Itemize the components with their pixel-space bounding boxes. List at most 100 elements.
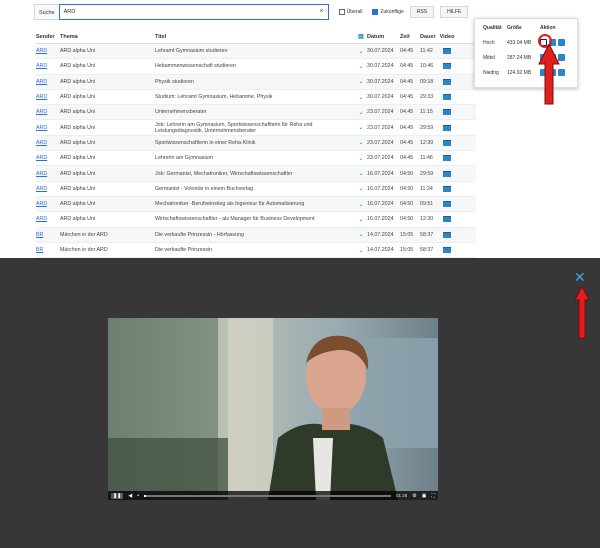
video-cell [440, 139, 454, 146]
video-icon[interactable] [443, 170, 451, 177]
video-icon[interactable] [443, 155, 451, 162]
close-icon[interactable]: ✕ [574, 270, 586, 284]
sender-link[interactable]: ARD [36, 171, 60, 177]
clear-icon[interactable]: × [320, 5, 324, 19]
table-row[interactable]: ARD ARD alpha Uni Job: Lehrerin am Gymnasi… [36, 120, 476, 136]
rss-button[interactable]: RSS [409, 6, 435, 18]
chevron-down-icon[interactable]: ⌄ [355, 170, 367, 177]
sender-link[interactable]: ARD [36, 79, 60, 85]
thema-cell: Märchen in der ARD [60, 247, 108, 253]
chevron-down-icon[interactable]: ⌄ [355, 201, 367, 208]
chevron-down-icon[interactable]: ⌄ [355, 247, 367, 254]
video-icon[interactable] [443, 247, 451, 253]
sender-link[interactable]: ARD [36, 109, 60, 115]
search-value: ARD [63, 9, 76, 15]
search-input[interactable]: ARD × [58, 4, 329, 20]
settings-icon[interactable]: ⚙ [412, 493, 416, 499]
video-icon[interactable] [443, 201, 451, 208]
video-icon[interactable] [443, 109, 451, 116]
quality-size: 287.24 MB [507, 54, 532, 61]
player-controls: ❚❚ ◀ • 01:28 ⚙ ▣ ⛶ [108, 491, 438, 500]
sender-link[interactable]: ARD [36, 140, 60, 146]
table-row[interactable]: ARD ARD alpha Uni Sportwissenschaftlerin i… [36, 135, 476, 152]
thema-cell: ARD alpha Uni [60, 48, 96, 55]
header-thema[interactable]: Thema [60, 34, 155, 40]
table-row[interactable]: ARD ARD alpha Uni Mechatroniker -Berufsein… [36, 196, 476, 213]
sender-link[interactable]: ARD [36, 94, 60, 100]
help-button[interactable]: HILFE [440, 6, 469, 18]
video-icon[interactable] [443, 216, 451, 223]
video-icon[interactable] [443, 185, 451, 192]
header-dauer[interactable]: Dauer [420, 34, 440, 40]
thema-cell: ARD alpha Uni [60, 201, 96, 208]
table-row[interactable]: BR Märchen in der ARD Die verkaufte Prinze… [36, 227, 476, 243]
table-row[interactable]: ARD ARD alpha Uni Studium: Lehramt Gymnasi… [36, 90, 476, 106]
quality-label: Mittel [483, 54, 495, 61]
thema-cell: ARD alpha Uni [60, 109, 96, 116]
table-row[interactable]: BR Märchen in der ARD Die verkaufte Prinze… [36, 243, 476, 259]
dauer-cell: 11:46 [420, 155, 433, 162]
chevron-down-icon[interactable]: ⌄ [355, 94, 367, 101]
sender-link[interactable]: ARD [36, 155, 60, 161]
header-titel[interactable]: Titel [155, 34, 355, 40]
header-zeit[interactable]: Zeit [400, 34, 420, 40]
sender-link[interactable]: ARD [36, 186, 60, 192]
table-row[interactable]: ARD ARD alpha Uni Hebammenwissenschaft stu… [36, 59, 476, 75]
sender-link[interactable]: ARD [36, 125, 60, 131]
ueberall-checkbox[interactable]: Überall [338, 9, 363, 15]
pause-icon[interactable]: ❚❚ [111, 492, 124, 499]
chevron-down-icon[interactable]: ⌄ [355, 139, 367, 146]
volume-icon[interactable]: ◀ [128, 493, 132, 499]
chevron-down-icon[interactable]: ⌄ [355, 109, 367, 116]
video-icon[interactable] [443, 231, 451, 238]
fullscreen-icon[interactable]: ⛶ [431, 493, 435, 499]
quality-label: Hoch [483, 39, 495, 46]
chevron-down-icon[interactable]: ⌄ [355, 185, 367, 192]
video-player[interactable]: ❚❚ ◀ • 01:28 ⚙ ▣ ⛶ [108, 318, 438, 500]
table-row[interactable]: ARD ARD alpha Uni Lehramt Gymnasium studie… [36, 44, 476, 60]
video-icon[interactable] [443, 139, 451, 146]
video-icon[interactable] [443, 94, 451, 101]
video-icon[interactable] [443, 78, 451, 85]
red-arrow-up-icon-2 [574, 286, 590, 339]
thema-cell: ARD alpha Uni [60, 170, 96, 177]
video-cell [440, 185, 454, 192]
sender-link[interactable]: ARD [36, 201, 60, 207]
video-icon[interactable] [443, 63, 451, 70]
zeit-cell: 04:45 [400, 139, 414, 146]
sender-link[interactable]: ARD [36, 216, 60, 222]
sender-link[interactable]: BR [36, 247, 60, 253]
quality-popup: Qualität Größe Aktion Hoch 433.04 MB Mitte… [474, 18, 578, 88]
thema-cell: ARD alpha Uni [60, 155, 96, 162]
chevron-down-icon[interactable]: ⌄ [355, 124, 367, 131]
chevron-down-icon[interactable]: ⌄ [355, 231, 367, 238]
zeit-cell: 04:50 [400, 201, 414, 208]
zukuenftige-checkbox[interactable]: Zukünftige [372, 9, 404, 15]
thema-cell: ARD alpha Uni [60, 63, 96, 70]
header-datum[interactable]: Datum [367, 34, 400, 40]
dot-icon: • [137, 492, 140, 499]
table-row[interactable]: ARD ARD alpha Uni Germanist - Volontär in … [36, 182, 476, 197]
sender-link[interactable]: ARD [36, 48, 60, 54]
table-row[interactable]: ARD ARD alpha Uni Physik studieren ⌄ 30.07.2… [36, 74, 476, 90]
chevron-down-icon[interactable]: ⌄ [355, 216, 367, 223]
titel-cell: Studium: Lehramt Gymnasium, Hebamme, Phy… [155, 94, 273, 101]
table-row[interactable]: ARD ARD alpha Uni Lehrerin am Gymnasium ⌄ 23… [36, 151, 476, 167]
progress-bar[interactable] [144, 494, 391, 497]
chevron-down-icon[interactable]: ⌄ [355, 63, 367, 70]
chevron-down-icon[interactable]: ⌄ [355, 155, 367, 162]
video-icon[interactable] [443, 124, 451, 131]
sender-link[interactable]: ARD [36, 63, 60, 69]
video-icon[interactable] [443, 48, 451, 55]
table-row[interactable]: ARD ARD alpha Uni Unternehmensberater ⌄ 23.0… [36, 105, 476, 121]
ueberall-label: Überall [346, 9, 363, 15]
header-sender[interactable]: Sender [36, 34, 60, 40]
sender-link[interactable]: BR [36, 232, 60, 238]
chevron-down-icon[interactable]: ⌄ [355, 48, 367, 55]
dauer-cell: 11:42 [420, 48, 433, 55]
table-row[interactable]: ARD ARD alpha Uni Job: Germanist, Mechatro… [36, 166, 476, 182]
pip-icon[interactable]: ▣ [422, 493, 427, 499]
chevron-down-icon[interactable]: ⌄ [355, 78, 367, 85]
table-row[interactable]: ARD ARD alpha Uni Wirtschaftswissenschaftl… [36, 212, 476, 228]
zeit-cell: 04:50 [400, 185, 414, 192]
